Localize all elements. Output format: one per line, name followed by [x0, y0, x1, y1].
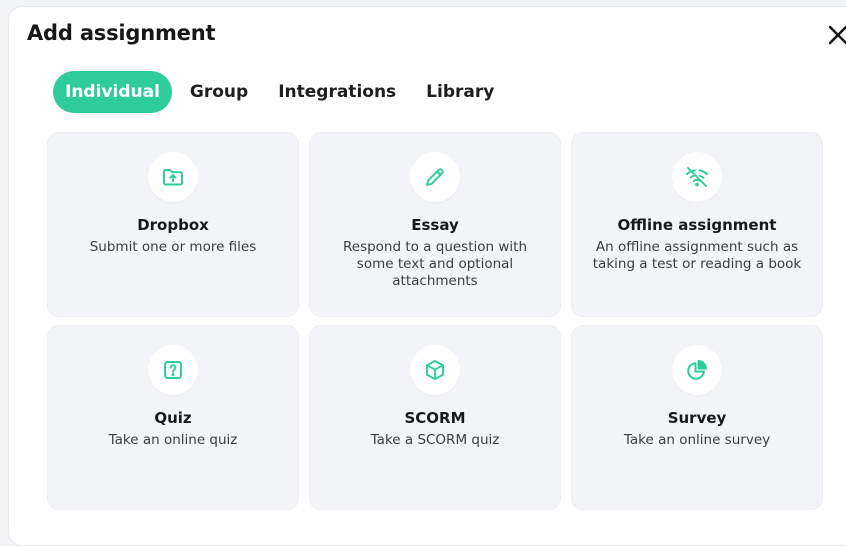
dropbox-card[interactable]: Dropbox Submit one or more files: [47, 132, 299, 317]
tab-individual[interactable]: Individual: [53, 71, 172, 113]
card-title: Essay: [411, 216, 459, 234]
question-box-icon: [148, 345, 198, 395]
card-title: Offline assignment: [617, 216, 777, 234]
cube-icon: [410, 345, 460, 395]
pencil-icon: [410, 152, 460, 202]
card-title: SCORM: [404, 409, 466, 427]
survey-card[interactable]: Survey Take an online survey: [571, 325, 823, 510]
offline-assignment-card[interactable]: Offline assignment An offline assignment…: [571, 132, 823, 317]
card-description: Take an online survey: [623, 432, 771, 448]
quiz-card[interactable]: Quiz Take an online quiz: [47, 325, 299, 510]
pie-chart-icon: [672, 345, 722, 395]
card-description: Take an online quiz: [108, 432, 238, 448]
tab-group[interactable]: Group: [176, 71, 262, 113]
card-description: An offline assignment such as taking a t…: [592, 239, 802, 272]
card-description: Take a SCORM quiz: [370, 432, 500, 448]
assignment-options-grid: Dropbox Submit one or more files Essay R…: [47, 132, 823, 510]
add-assignment-dialog: Add assignment Individual Group Integrat…: [8, 6, 846, 546]
card-title: Dropbox: [137, 216, 209, 234]
card-title: Survey: [667, 409, 727, 427]
tab-integrations[interactable]: Integrations: [264, 71, 410, 113]
essay-card[interactable]: Essay Respond to a question with some te…: [309, 132, 561, 317]
scorm-card[interactable]: SCORM Take a SCORM quiz: [309, 325, 561, 510]
wifi-off-icon: [672, 152, 722, 202]
card-description: Submit one or more files: [89, 239, 257, 255]
dialog-title: Add assignment: [27, 21, 216, 45]
assignment-type-tabs: Individual Group Integrations Library: [53, 71, 510, 113]
card-description: Respond to a question with some text and…: [342, 239, 528, 289]
card-title: Quiz: [154, 409, 192, 427]
folder-upload-icon: [148, 152, 198, 202]
tab-library[interactable]: Library: [412, 71, 508, 113]
close-icon[interactable]: [827, 24, 846, 46]
